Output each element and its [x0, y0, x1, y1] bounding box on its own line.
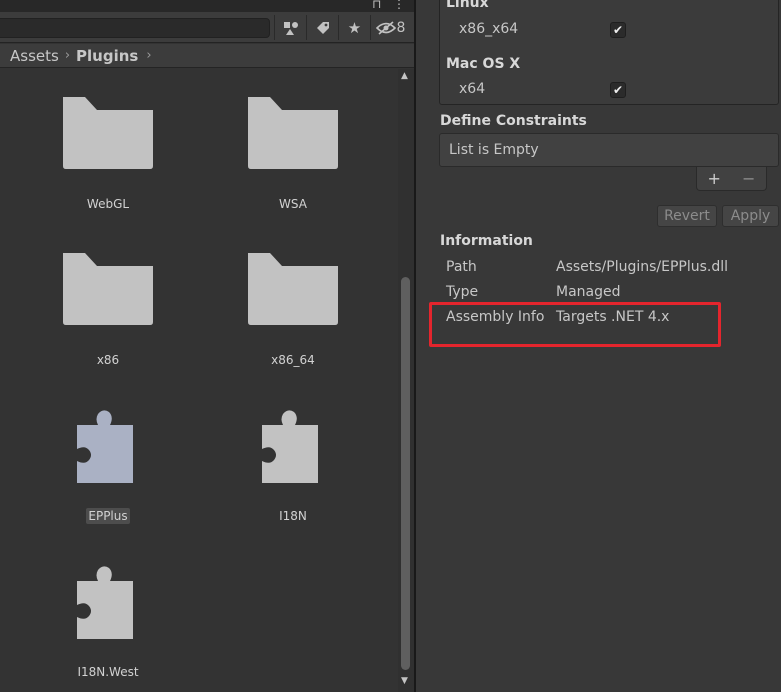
favorite-star-icon: ★	[347, 18, 362, 37]
platform-os-label: Mac OS X	[446, 56, 521, 72]
hidden-count: 8	[396, 19, 406, 36]
remove-button[interactable]: −	[742, 169, 755, 188]
search-by-label-button[interactable]	[306, 15, 338, 40]
info-key: Type	[446, 284, 479, 300]
scrollbar-thumb[interactable]	[401, 277, 410, 670]
breadcrumb-assets[interactable]: Assets	[10, 47, 59, 65]
platform-arch-label: x86_x64	[459, 21, 519, 37]
search-by-type-icon	[283, 21, 298, 35]
annotation-highlight-box	[429, 302, 721, 347]
asset-label: WSA	[279, 197, 307, 211]
asset-label: EPPlus	[86, 508, 130, 524]
information-header: Information	[440, 233, 533, 249]
puzzle-piece-icon	[77, 410, 133, 483]
kebab-menu-icon[interactable]: ⋮	[393, 0, 405, 11]
define-constraints-list: List is Empty	[439, 133, 779, 167]
info-value: Assets/Plugins/EPPlus.dll	[556, 259, 729, 275]
asset-grid-scrollbar[interactable]: ▲ ▼	[398, 69, 414, 692]
lock-icon[interactable]: ⊓	[372, 0, 381, 11]
platform-checkbox[interactable]: ✔	[610, 82, 626, 98]
asset-item[interactable]: x86_64	[228, 249, 358, 374]
add-button[interactable]: +	[708, 169, 721, 188]
platform-checkbox[interactable]: ✔	[610, 22, 626, 38]
asset-item[interactable]: I18N.West	[43, 561, 173, 686]
folder-icon	[63, 253, 153, 325]
scroll-up-icon[interactable]: ▲	[401, 71, 408, 81]
info-key: Path	[446, 259, 477, 275]
list-add-remove: + −	[696, 167, 767, 191]
project-toolbar: ★ 8	[0, 12, 414, 43]
unity-editor: ⊓ ⋮ ★ 8 Assets › Plugins › WebGL WSA x86…	[0, 0, 781, 692]
scroll-down-icon[interactable]: ▼	[401, 676, 408, 686]
hidden-packages-button[interactable]: 8	[370, 15, 410, 40]
asset-item[interactable]: WebGL	[43, 93, 173, 218]
search-by-type-button[interactable]	[274, 15, 306, 40]
search-input[interactable]	[0, 18, 270, 38]
puzzle-piece-icon	[262, 410, 318, 483]
info-value: Managed	[556, 284, 621, 300]
define-constraints-header: Define Constraints	[440, 113, 587, 129]
asset-item[interactable]: WSA	[228, 93, 358, 218]
asset-label: I18N.West	[77, 665, 139, 679]
asset-grid: WebGL WSA x86 x86_64 EPPlus I18N I18N.We…	[0, 69, 398, 692]
breadcrumb: Assets › Plugins ›	[0, 44, 414, 68]
project-browser: ⊓ ⋮ ★ 8 Assets › Plugins › WebGL WSA x86…	[0, 0, 414, 692]
platform-os-label: Linux	[446, 0, 489, 11]
asset-item[interactable]: x86	[43, 249, 173, 374]
asset-label: x86	[96, 353, 120, 367]
folder-icon	[248, 97, 338, 169]
chevron-right-icon: ›	[146, 48, 152, 63]
folder-icon	[248, 253, 338, 325]
asset-label: I18N	[279, 509, 307, 523]
list-empty-label: List is Empty	[449, 142, 539, 158]
asset-label: x86_64	[271, 353, 315, 367]
label-tag-icon	[316, 21, 329, 34]
inspector-panel: Linux x86_x64 ✔ Mac OS X x64 ✔ Define Co…	[416, 0, 781, 692]
asset-label: WebGL	[86, 197, 130, 211]
platform-settings-box: Linux x86_x64 ✔ Mac OS X x64 ✔	[439, 0, 779, 105]
chevron-right-icon: ›	[64, 48, 71, 63]
project-tab-strip: ⊓ ⋮	[0, 0, 414, 12]
puzzle-piece-icon	[77, 566, 133, 639]
folder-icon	[63, 97, 153, 169]
revert-button[interactable]: Revert	[657, 205, 717, 227]
platform-arch-label: x64	[459, 81, 486, 97]
favorites-button[interactable]: ★	[338, 15, 370, 40]
apply-button[interactable]: Apply	[722, 205, 779, 227]
asset-item[interactable]: I18N	[228, 405, 358, 530]
breadcrumb-plugins[interactable]: Plugins	[76, 47, 138, 65]
asset-item-selected[interactable]: EPPlus	[43, 405, 173, 530]
hidden-eye-icon	[375, 20, 396, 35]
